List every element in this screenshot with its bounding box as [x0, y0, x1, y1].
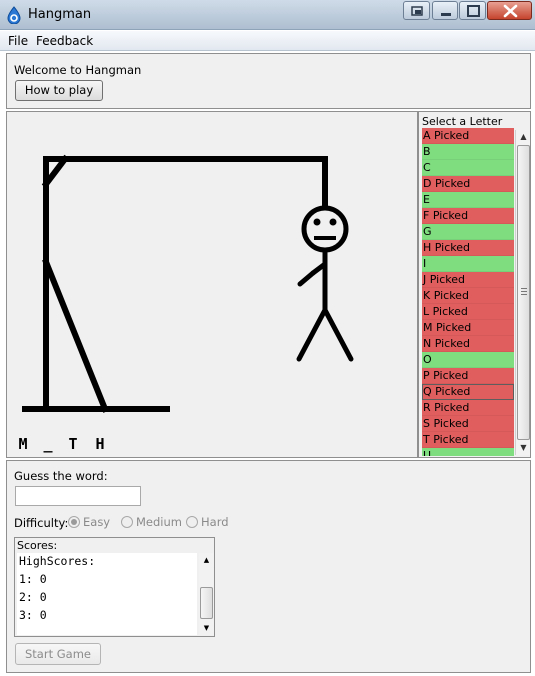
radio-selected-icon — [68, 516, 80, 528]
letter-list-scrollbar[interactable]: ▲ ▼ — [515, 130, 530, 455]
window-title: Hangman — [28, 7, 92, 22]
word-letter-2: _ — [43, 435, 53, 453]
scores-label: Scores: — [17, 539, 58, 552]
word-letter-3: T — [68, 435, 78, 453]
letter-list[interactable]: A Picked B C D Picked E F Picked G H Picked I J P… — [422, 128, 514, 456]
difficulty-easy-radio[interactable]: Easy — [68, 515, 110, 529]
hangman-eye-left — [313, 218, 321, 226]
letter-option[interactable]: J Picked — [422, 272, 514, 288]
scores-textarea[interactable]: HighScores: 1: 0 2: 0 3: 0 — [17, 553, 197, 635]
letter-option[interactable]: F Picked — [422, 208, 514, 224]
maximize-icon — [467, 5, 480, 17]
letter-option[interactable]: I — [422, 256, 514, 272]
letter-option[interactable]: A Picked — [422, 128, 514, 144]
scroll-thumb[interactable] — [517, 145, 530, 440]
scroll-thumb[interactable] — [200, 587, 213, 619]
minimize-button[interactable] — [432, 1, 458, 20]
difficulty-label: Difficulty: — [14, 516, 69, 530]
menu-feedback[interactable]: Feedback — [36, 34, 93, 48]
hangman-arm — [297, 270, 316, 287]
letter-option[interactable]: B — [422, 144, 514, 160]
difficulty-medium-radio[interactable]: Medium — [121, 515, 182, 529]
guess-input[interactable] — [15, 486, 141, 506]
hangman-leg-left — [296, 307, 328, 362]
scroll-up-arrow-icon[interactable]: ▲ — [516, 130, 531, 144]
gallows-drawing — [22, 154, 354, 413]
letter-option[interactable]: T Picked — [422, 432, 514, 448]
welcome-panel: Welcome to Hangman How to play — [6, 53, 531, 109]
start-game-button[interactable]: Start Game — [15, 643, 101, 665]
hangman-leg-right — [322, 307, 354, 362]
hangman-head — [301, 205, 349, 253]
score-line: 1: 0 — [19, 572, 47, 586]
gallows-brace-diagonal — [42, 258, 109, 413]
letter-option[interactable]: N Picked — [422, 336, 514, 352]
letter-option[interactable]: H Picked — [422, 240, 514, 256]
scores-box: Scores: HighScores: 1: 0 2: 0 3: 0 ▲ ▼ — [14, 537, 215, 637]
score-line: 2: 0 — [19, 590, 47, 604]
welcome-text: Welcome to Hangman — [14, 63, 142, 77]
letter-option[interactable]: M Picked — [422, 320, 514, 336]
close-icon — [503, 4, 518, 18]
maximize-button[interactable] — [459, 1, 486, 20]
hangman-mouth — [314, 236, 336, 240]
menu-bar: File Feedback — [0, 31, 535, 51]
letter-option[interactable]: E — [422, 192, 514, 208]
hangman-canvas: M _ T H — [6, 111, 418, 458]
radio-icon — [186, 516, 198, 528]
letter-option[interactable]: C — [422, 160, 514, 176]
scores-scrollbar[interactable]: ▲ ▼ — [199, 553, 214, 635]
letter-option[interactable]: P Picked — [422, 368, 514, 384]
droplet-app-icon — [7, 6, 21, 24]
difficulty-hard-radio[interactable]: Hard — [186, 515, 229, 529]
close-button[interactable] — [487, 1, 532, 20]
menu-file[interactable]: File — [8, 34, 28, 48]
title-bar: Hangman — [0, 0, 535, 30]
restore-down-button[interactable] — [403, 1, 430, 20]
word-letter-4: H — [95, 435, 105, 453]
letter-option[interactable]: U — [422, 448, 514, 456]
letter-option[interactable]: D Picked — [422, 176, 514, 192]
letter-selector: Select a Letter A Picked B C D Picked E F Pic… — [418, 111, 531, 458]
letter-option[interactable]: S Picked — [422, 416, 514, 432]
hangman-eye-right — [329, 218, 337, 226]
scroll-down-arrow-icon[interactable]: ▼ — [516, 441, 531, 455]
word-letter-1: M — [18, 435, 28, 453]
how-to-play-button[interactable]: How to play — [15, 80, 103, 101]
scroll-down-arrow-icon[interactable]: ▼ — [199, 621, 214, 635]
score-line: HighScores: — [19, 554, 96, 568]
guess-label: Guess the word: — [14, 469, 108, 483]
radio-icon — [121, 516, 133, 528]
controls-panel: Guess the word: Difficulty: Easy Medium … — [6, 460, 531, 673]
letter-option[interactable]: O — [422, 352, 514, 368]
letter-option[interactable]: Q Picked — [422, 384, 514, 400]
letter-option[interactable]: R Picked — [422, 400, 514, 416]
letter-option[interactable]: K Picked — [422, 288, 514, 304]
score-line: 3: 0 — [19, 608, 47, 622]
scroll-up-arrow-icon[interactable]: ▲ — [199, 553, 214, 567]
letters-header: Select a Letter — [422, 115, 503, 128]
letter-option[interactable]: G — [422, 224, 514, 240]
letter-option[interactable]: L Picked — [422, 304, 514, 320]
minimize-icon — [441, 13, 451, 16]
restore-icon — [411, 6, 423, 16]
